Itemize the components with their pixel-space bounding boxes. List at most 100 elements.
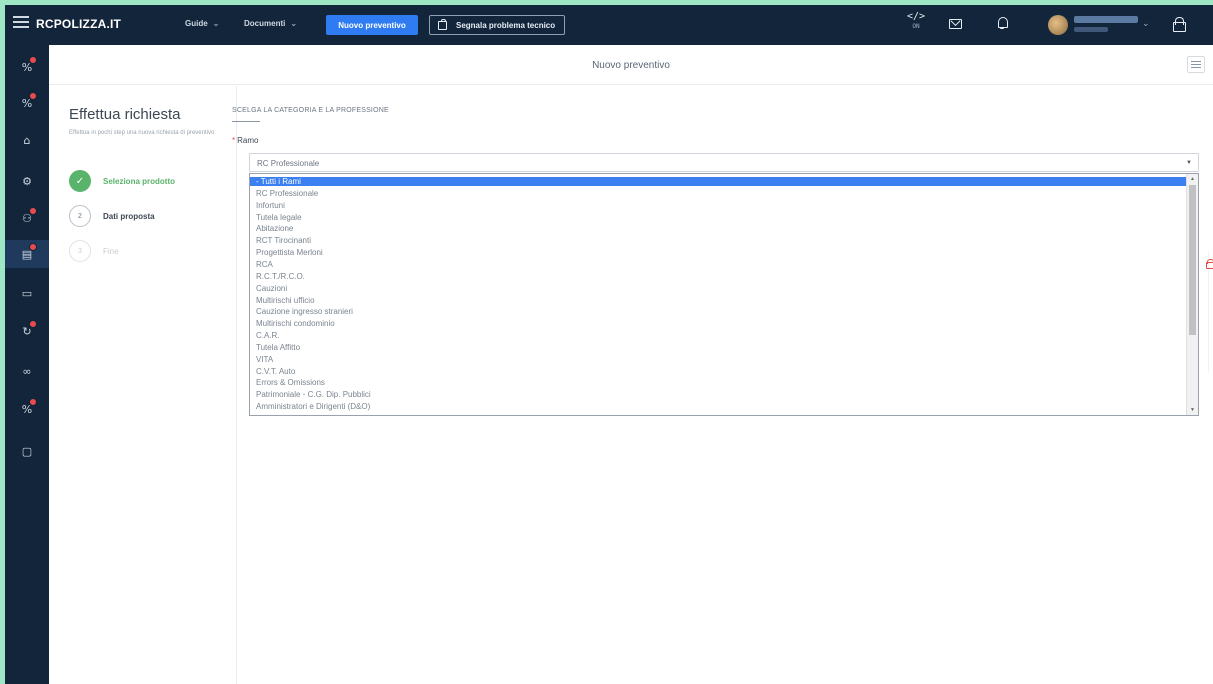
chevron-down-icon: ⌄ (290, 19, 298, 28)
dropdown-option[interactable]: Infortuni (250, 201, 1187, 210)
dropdown-option[interactable]: RC Professionale (250, 189, 1187, 198)
dropdown-scrollbar[interactable]: ▲ ▼ (1186, 174, 1198, 415)
step-label: Dati proposta (103, 211, 155, 221)
dev-mode-toggle[interactable]: </> ON (907, 12, 925, 32)
nav-documenti-label: Documenti (244, 19, 286, 28)
ramo-dropdown-list[interactable]: Amministratori e Dirigenti (D&O) Patrimon… (249, 173, 1199, 416)
dropdown-option[interactable]: Multirischi condominio (250, 319, 1187, 328)
report-issue-button[interactable]: Segnala problema tecnico (429, 15, 565, 35)
ramo-label: * Ramo (232, 136, 258, 145)
ramo-select-value: RC Professionale (257, 159, 320, 168)
sidebar-item-7[interactable]: ▭ (5, 279, 49, 307)
chevron-down-icon[interactable]: ⌄ (1142, 18, 1150, 29)
percent-icon: % (22, 55, 38, 74)
dropdown-option[interactable]: Multirischi ufficio (250, 296, 1187, 305)
dev-mode-status: ON (912, 23, 920, 30)
sidebar-item-10[interactable]: % (5, 395, 49, 423)
scroll-down-icon[interactable]: ▼ (1190, 407, 1195, 413)
sidebar-item-4[interactable]: ⚙ (5, 167, 49, 195)
caret-down-icon: ▼ (1186, 160, 1192, 166)
sidebar-item-3[interactable]: ⌂ (5, 126, 49, 154)
link-icon: ∞ (22, 364, 32, 378)
sidebar-item-2[interactable]: % (5, 89, 49, 117)
step-number: 2 (69, 205, 91, 227)
dropdown-option[interactable]: Cauzione ingresso stranieri (250, 307, 1187, 316)
notification-badge (28, 319, 37, 328)
report-issue-label: Segnala problema tecnico (456, 20, 556, 30)
ramo-label-text: Ramo (237, 136, 259, 145)
dropdown-option[interactable]: RCT Tirocinanti (250, 236, 1187, 245)
dropdown-option[interactable]: Tutela Affitto (250, 343, 1187, 352)
refresh-icon: ↻ (22, 319, 37, 338)
sidebar-item-6[interactable]: ▤ (5, 240, 49, 268)
sidebar-item-1[interactable]: % (5, 53, 49, 81)
brand-logo[interactable]: RCPOLIZZA.IT (36, 17, 121, 31)
step-seleziona-prodotto[interactable]: ✓ Seleziona prodotto (69, 169, 175, 193)
nav-guide[interactable]: Guide ⌄ (185, 19, 219, 28)
dropdown-option[interactable]: Errors & Omissions (250, 378, 1187, 387)
avatar[interactable] (1048, 15, 1068, 35)
menu-button[interactable] (1187, 56, 1205, 73)
steps-description: Effettua in pochi step una nuova richies… (69, 130, 215, 136)
right-divider (1208, 252, 1213, 372)
notification-badge (29, 397, 38, 406)
mail-icon[interactable] (949, 19, 962, 29)
app-window: RCPOLIZZA.IT Guide ⌄ Documenti ⌄ Nuovo pre… (5, 5, 1213, 684)
dropdown-option[interactable]: Abitazione (250, 224, 1187, 233)
notification-badge (29, 242, 38, 251)
section-underline (232, 121, 260, 122)
sidebar-item-8[interactable]: ↻ (5, 317, 49, 345)
page-header: Nuovo preventivo (49, 45, 1213, 85)
notification-badge (29, 91, 38, 100)
scrollbar-thumb[interactable] (1189, 185, 1196, 335)
notification-badge (29, 55, 38, 64)
user-name[interactable] (1074, 16, 1138, 23)
sidebar-item-5[interactable]: ⚇ (5, 204, 49, 232)
step-dati-proposta[interactable]: 2 Dati proposta (69, 204, 155, 228)
step-label: Seleziona prodotto (103, 176, 175, 186)
dropdown-option[interactable]: Amministratori e Dirigenti (D&O) (250, 402, 1187, 411)
dropdown-option[interactable]: R.C.T./R.C.O. (250, 272, 1187, 281)
lock-icon[interactable] (1206, 259, 1213, 269)
dropdown-option[interactable]: RCA (250, 260, 1187, 269)
scroll-up-icon[interactable]: ▲ (1190, 176, 1195, 182)
documents-icon: ▤ (22, 242, 38, 261)
dropdown-option[interactable]: Cauzioni (250, 284, 1187, 293)
dropdown-option[interactable]: - Tutti i Rami (250, 177, 1187, 186)
hamburger-icon[interactable] (13, 16, 29, 30)
section-heading: SCELGA LA CATEGORIA E LA PROFESSIONE (232, 107, 389, 114)
dropdown-option[interactable]: VITA (250, 355, 1187, 364)
dropdown-option[interactable]: Progettista Merloni (250, 248, 1187, 257)
sidebar-item-11[interactable]: ▢ (5, 437, 49, 465)
sidebar: % % ⌂ ⚙ ⚇ ▤ ▭ ↻ ∞ % ▢ (5, 45, 49, 684)
dropdown-option[interactable]: C.A.R. (250, 331, 1187, 340)
home-icon: ⌂ (23, 133, 31, 147)
lock-icon[interactable] (1173, 17, 1186, 32)
nav-documenti[interactable]: Documenti ⌄ (244, 19, 297, 28)
steps-panel: Effettua richiesta Effettua in pochi ste… (49, 86, 237, 684)
chat-icon: ▢ (21, 444, 33, 458)
percent-icon: % (22, 91, 38, 110)
dropdown-option[interactable]: C.V.T. Auto (250, 367, 1187, 376)
check-icon: ✓ (69, 170, 91, 192)
users-icon: ⚇ (22, 206, 37, 225)
bell-icon[interactable] (997, 17, 1008, 29)
steps-title: Effettua richiesta (69, 106, 181, 123)
page-title: Nuovo preventivo (592, 60, 670, 71)
user-role (1074, 27, 1108, 32)
settings-icon: ⚙ (22, 174, 32, 188)
step-label: Fine (103, 246, 119, 256)
step-number: 3 (69, 240, 91, 262)
dropdown-option[interactable]: Patrimoniale - C.G. Dip. Pubblici (250, 390, 1187, 399)
sidebar-item-9[interactable]: ∞ (5, 357, 49, 385)
nav-guide-label: Guide (185, 19, 208, 28)
chevron-down-icon: ⌄ (212, 19, 220, 28)
top-navbar: RCPOLIZZA.IT Guide ⌄ Documenti ⌄ Nuovo pre… (5, 5, 1213, 45)
code-icon: </> (907, 11, 926, 22)
dropdown-option[interactable]: Tutela legale (250, 213, 1187, 222)
ramo-select[interactable]: RC Professionale ▼ (249, 153, 1199, 172)
new-quote-button[interactable]: Nuovo preventivo (326, 15, 418, 35)
step-fine: 3 Fine (69, 239, 119, 263)
briefcase-icon: ▭ (21, 286, 33, 300)
notification-badge (28, 206, 37, 215)
